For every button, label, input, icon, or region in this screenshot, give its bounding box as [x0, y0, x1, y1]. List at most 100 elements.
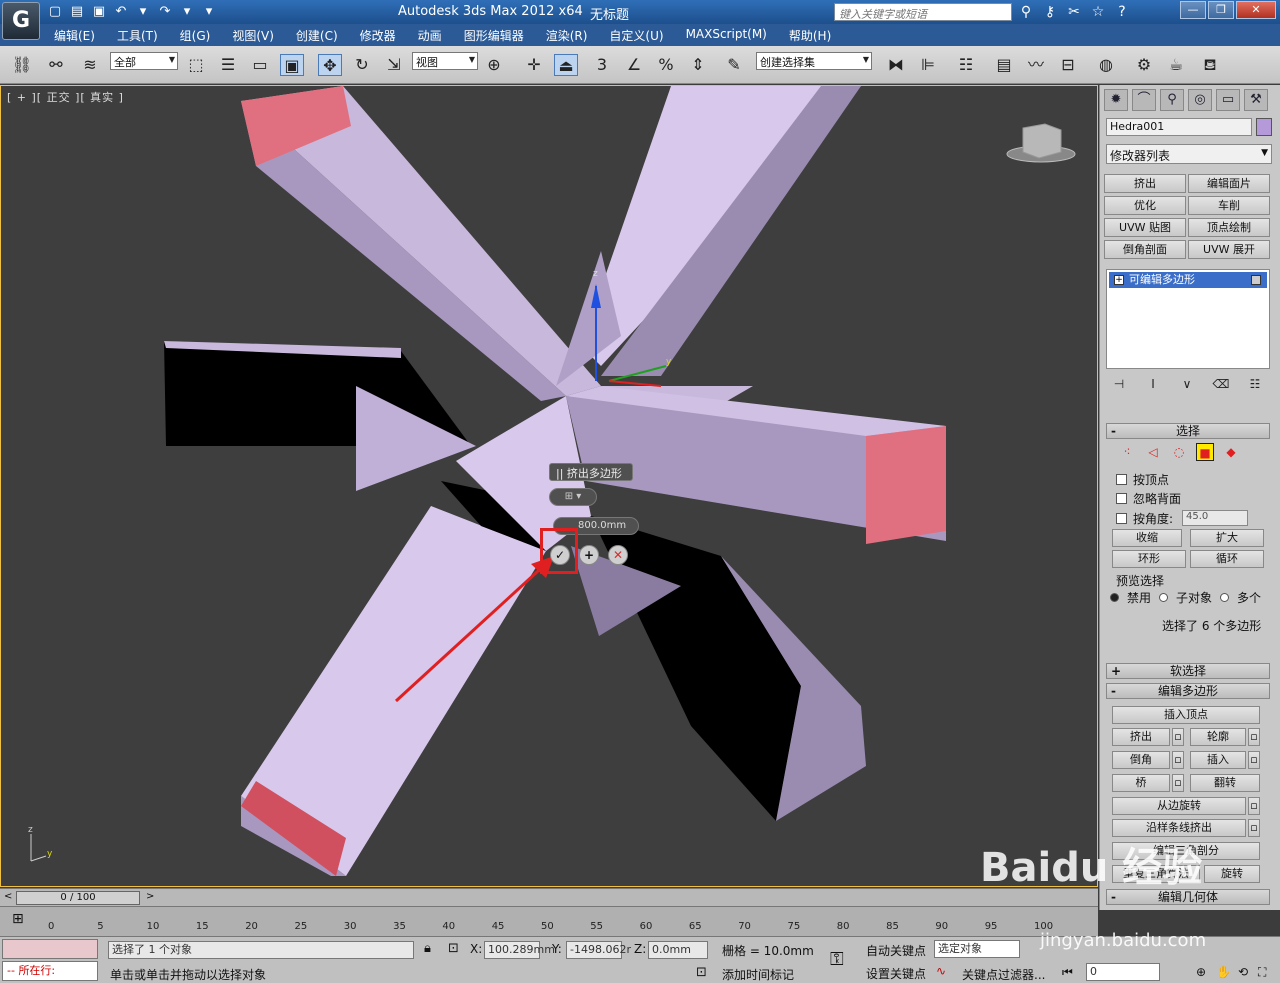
- orbit-icon[interactable]: ⟲: [1238, 965, 1248, 979]
- maxscript-listener-bottom[interactable]: -- 所在行:: [2, 961, 98, 981]
- modifier-lathe-button[interactable]: 车削: [1188, 196, 1270, 215]
- menu-create[interactable]: 创建(C): [296, 27, 338, 44]
- qat-customize-icon[interactable]: ▾: [200, 3, 218, 21]
- object-name-field[interactable]: Hedra001: [1106, 118, 1252, 136]
- display-tab-icon[interactable]: ▭: [1216, 89, 1240, 111]
- select-by-name-icon[interactable]: ☰: [216, 54, 240, 76]
- star-icon[interactable]: ☆: [1088, 3, 1108, 21]
- element-level-icon[interactable]: ◆: [1222, 443, 1240, 461]
- grow-button[interactable]: 扩大: [1190, 529, 1264, 547]
- percent-snap-icon[interactable]: %: [654, 54, 678, 76]
- menu-maxscript[interactable]: MAXScript(M): [686, 27, 767, 44]
- radio-multi[interactable]: [1220, 593, 1230, 602]
- add-time-tag[interactable]: 添加时间标记: [722, 966, 794, 983]
- time-next-icon[interactable]: >: [146, 891, 154, 902]
- hinge-from-edge-button[interactable]: 从边旋转: [1112, 797, 1246, 815]
- lock-selection-icon[interactable]: 🔒︎: [424, 941, 431, 956]
- selection-rollout-header[interactable]: - 选择: [1106, 423, 1270, 439]
- edge-level-icon[interactable]: ◁: [1144, 443, 1162, 461]
- motion-tab-icon[interactable]: ◎: [1188, 89, 1212, 111]
- window-crossing-icon[interactable]: ▣: [280, 54, 304, 76]
- bind-spacewarp-icon[interactable]: ≋: [78, 54, 102, 76]
- time-prev-icon[interactable]: <: [4, 891, 12, 902]
- menu-animation[interactable]: 动画: [418, 27, 442, 44]
- reference-coord-dropdown[interactable]: 视图: [412, 52, 478, 70]
- utilities-tab-icon[interactable]: ⚒: [1244, 89, 1268, 111]
- edit-polygons-rollout-header[interactable]: - 编辑多边形: [1106, 683, 1270, 699]
- layer-manager-icon[interactable]: ☷: [954, 54, 978, 76]
- minimize-button[interactable]: —: [1180, 1, 1206, 19]
- rendered-frame-icon[interactable]: ☕: [1164, 54, 1188, 76]
- mirror-icon[interactable]: ⧓: [884, 54, 908, 76]
- menu-modifiers[interactable]: 修改器: [360, 27, 396, 44]
- angle-spinner[interactable]: 45.0: [1182, 510, 1248, 526]
- snaps-toggle-icon[interactable]: 3: [590, 54, 614, 76]
- key-filters-button[interactable]: 关键点过滤器...: [962, 966, 1045, 983]
- modifier-extrude-button[interactable]: 挤出: [1104, 174, 1186, 193]
- z-coord-field[interactable]: 0.0mm: [648, 941, 708, 959]
- save-icon[interactable]: ▣: [90, 3, 108, 21]
- spline-extrude-settings-button[interactable]: ▫: [1248, 819, 1260, 837]
- pin-stack-icon[interactable]: ⊣: [1110, 377, 1128, 393]
- bridge-settings-button[interactable]: ▫: [1172, 774, 1184, 792]
- extrude-settings-button[interactable]: ▫: [1172, 728, 1184, 746]
- undo-icon[interactable]: ↶: [112, 3, 130, 21]
- move-icon[interactable]: ✥: [318, 54, 342, 76]
- select-object-icon[interactable]: ⬚: [184, 54, 208, 76]
- selection-filter-dropdown[interactable]: 全部: [110, 52, 178, 70]
- stack-item-editable-poly[interactable]: + 可编辑多边形: [1109, 272, 1267, 288]
- link-icon[interactable]: ⛓: [10, 54, 34, 76]
- render-production-icon[interactable]: ⛾: [1198, 54, 1222, 76]
- modifier-list-dropdown[interactable]: 修改器列表: [1106, 144, 1272, 164]
- set-key-button[interactable]: 设置关键点: [866, 965, 926, 982]
- polygon-level-icon[interactable]: ■: [1196, 443, 1214, 461]
- expand-icon[interactable]: +: [1114, 275, 1124, 285]
- key-tangent-icon[interactable]: ∿: [936, 964, 946, 978]
- binoculars-icon[interactable]: ⚲: [1016, 3, 1036, 21]
- current-frame-field[interactable]: 0: [1086, 963, 1160, 981]
- viewcube-icon[interactable]: [1005, 122, 1077, 166]
- new-file-icon[interactable]: ▢: [46, 3, 64, 21]
- menu-graph-editors[interactable]: 图形编辑器: [464, 27, 524, 44]
- shrink-button[interactable]: 收缩: [1112, 529, 1182, 547]
- ignore-backface-checkbox[interactable]: 忽略背面: [1116, 490, 1181, 507]
- open-file-icon[interactable]: ▤: [68, 3, 86, 21]
- flip-button[interactable]: 翻转: [1190, 774, 1260, 792]
- soft-selection-rollout-header[interactable]: + 软选择: [1106, 663, 1270, 679]
- x-coord-field[interactable]: 100.289mm: [484, 941, 555, 959]
- ring-button[interactable]: 环形: [1112, 550, 1186, 568]
- pan-icon[interactable]: ✋: [1216, 965, 1231, 979]
- unlink-icon[interactable]: ⚯: [44, 54, 68, 76]
- named-selection-dropdown[interactable]: 创建选择集: [756, 52, 872, 70]
- inset-button[interactable]: 插入: [1190, 751, 1246, 769]
- modifier-uvw-map-button[interactable]: UVW 贴图: [1104, 218, 1186, 237]
- extrude-type-dropdown[interactable]: ⊞ ▾: [549, 488, 597, 506]
- caddy-apply-button[interactable]: +: [579, 545, 599, 565]
- checkbox-icon[interactable]: [1116, 493, 1127, 504]
- modifier-edit-patch-button[interactable]: 编辑面片: [1188, 174, 1270, 193]
- tools-icon[interactable]: ✂: [1064, 3, 1084, 21]
- help-icon[interactable]: ?: [1112, 3, 1132, 21]
- outline-button[interactable]: 轮廓: [1190, 728, 1246, 746]
- perspective-viewport[interactable]: [ + ][ 正交 ][ 真实 ] z y z y || 挤出多边形 ⊞ ▾ 8…: [0, 85, 1098, 887]
- spinner-snap-icon[interactable]: ⇕: [686, 54, 710, 76]
- curve-editor-icon[interactable]: 〰: [1024, 54, 1048, 76]
- go-to-start-icon[interactable]: ⏮: [1062, 965, 1073, 980]
- menu-help[interactable]: 帮助(H): [789, 27, 831, 44]
- time-slider[interactable]: 0 / 100: [16, 891, 140, 905]
- redo-icon[interactable]: ↷: [156, 3, 174, 21]
- auto-key-button[interactable]: 自动关键点: [866, 942, 926, 959]
- pivot-center-icon[interactable]: ⊕: [482, 54, 506, 76]
- hedra-scene[interactable]: z y z y: [1, 86, 1098, 887]
- key-icon[interactable]: ⚷: [1040, 3, 1060, 21]
- bevel-settings-button[interactable]: ▫: [1172, 751, 1184, 769]
- absolute-mode-icon[interactable]: ⊡: [448, 941, 459, 956]
- bridge-button[interactable]: 桥: [1112, 774, 1170, 792]
- vertex-level-icon[interactable]: ⁖: [1118, 443, 1136, 461]
- render-setup-icon[interactable]: ⚙: [1132, 54, 1156, 76]
- help-search-input[interactable]: 键入关键字或短语: [834, 3, 1012, 21]
- insert-vertex-button[interactable]: 插入顶点: [1112, 706, 1260, 724]
- key-filter-selection-dropdown[interactable]: 选定对象: [934, 940, 1020, 958]
- inset-settings-button[interactable]: ▫: [1248, 751, 1260, 769]
- scale-icon[interactable]: ⇲: [382, 54, 406, 76]
